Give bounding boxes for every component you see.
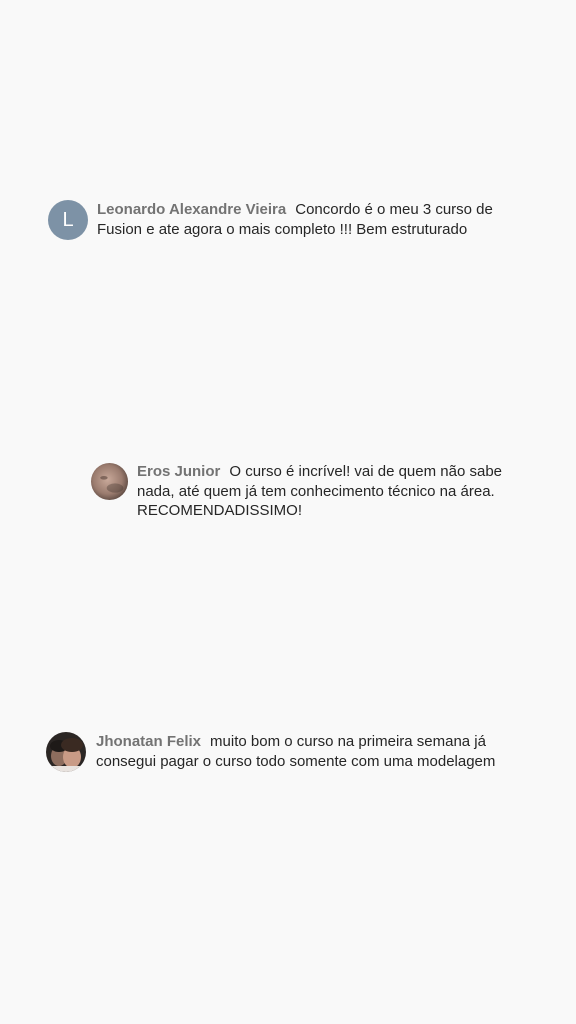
comment-text: Leonardo Alexandre Vieira Concordo é o me…: [97, 200, 537, 239]
comment-author[interactable]: Leonardo Alexandre Vieira: [97, 201, 286, 218]
comment-text: Eros Junior O curso é incrível! vai de qu…: [137, 462, 542, 521]
comment-text: Jhonatan Felix muito bom o curso na prime…: [96, 732, 546, 771]
profile-photo-icon: [91, 463, 128, 500]
comment-author[interactable]: Jhonatan Felix: [96, 733, 201, 750]
comments-screen: { "comments": [ { "avatar_letter": "L", …: [0, 0, 576, 1024]
avatar[interactable]: [46, 732, 86, 772]
avatar-letter: L: [62, 208, 74, 231]
comment-author[interactable]: Eros Junior: [137, 463, 220, 480]
avatar[interactable]: [91, 463, 128, 500]
avatar[interactable]: L: [48, 200, 88, 240]
profile-photo-icon: [46, 732, 86, 772]
